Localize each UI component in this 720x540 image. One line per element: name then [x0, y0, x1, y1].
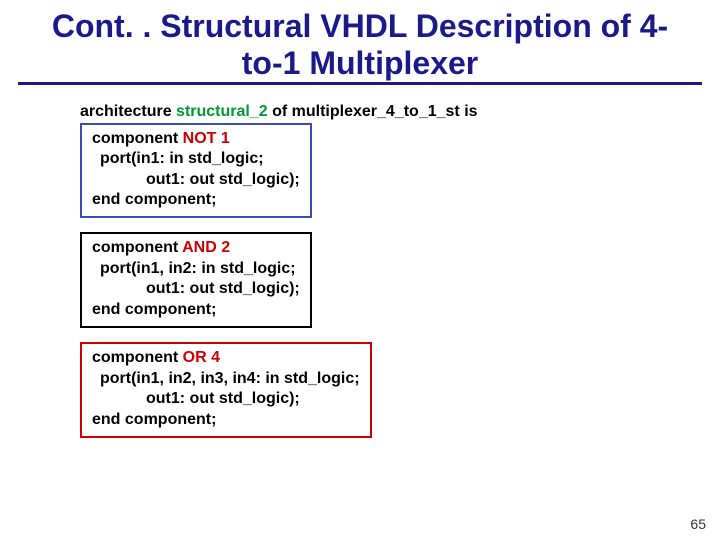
entity-name: multiplexer_4_to_1_st	[292, 103, 460, 120]
architecture-declaration: architecture structural_2 of multiplexer…	[80, 103, 640, 121]
component-name-not1: NOT 1	[183, 130, 230, 147]
component-or4-line3: out1: out std_logic);	[92, 389, 360, 409]
component-name-or4: OR 4	[183, 349, 220, 366]
component-name-and2: AND 2	[182, 239, 230, 256]
component-and2-box: component AND 2 port(in1, in2: in std_lo…	[80, 232, 312, 328]
component-and2-line4: end component;	[92, 300, 300, 320]
page-title: Cont. . Structural VHDL Description of 4…	[18, 0, 702, 85]
kw-component: component	[92, 130, 183, 147]
component-or4-line1: component OR 4	[92, 348, 360, 368]
component-and2-line3: out1: out std_logic);	[92, 279, 300, 299]
kw-is: is	[464, 103, 477, 120]
component-not1-box: component NOT 1 port(in1: in std_logic; …	[80, 123, 312, 219]
kw-architecture: architecture	[80, 103, 172, 120]
component-and2-line1: component AND 2	[92, 238, 300, 258]
component-not1-line2: port(in1: in std_logic;	[92, 149, 300, 169]
component-and2-line2: port(in1, in2: in std_logic;	[92, 259, 300, 279]
page-number: 65	[690, 516, 706, 532]
code-content: architecture structural_2 of multiplexer…	[0, 103, 720, 439]
kw-component: component	[92, 349, 183, 366]
kw-component: component	[92, 239, 182, 256]
component-or4-line4: end component;	[92, 410, 360, 430]
arch-name: structural_2	[176, 103, 268, 120]
component-not1-line3: out1: out std_logic);	[92, 170, 300, 190]
component-or4-line2: port(in1, in2, in3, in4: in std_logic;	[92, 369, 360, 389]
component-not1-line4: end component;	[92, 190, 300, 210]
component-or4-box: component OR 4 port(in1, in2, in3, in4: …	[80, 342, 372, 438]
kw-of: of	[272, 103, 287, 120]
component-not1-line1: component NOT 1	[92, 129, 300, 149]
